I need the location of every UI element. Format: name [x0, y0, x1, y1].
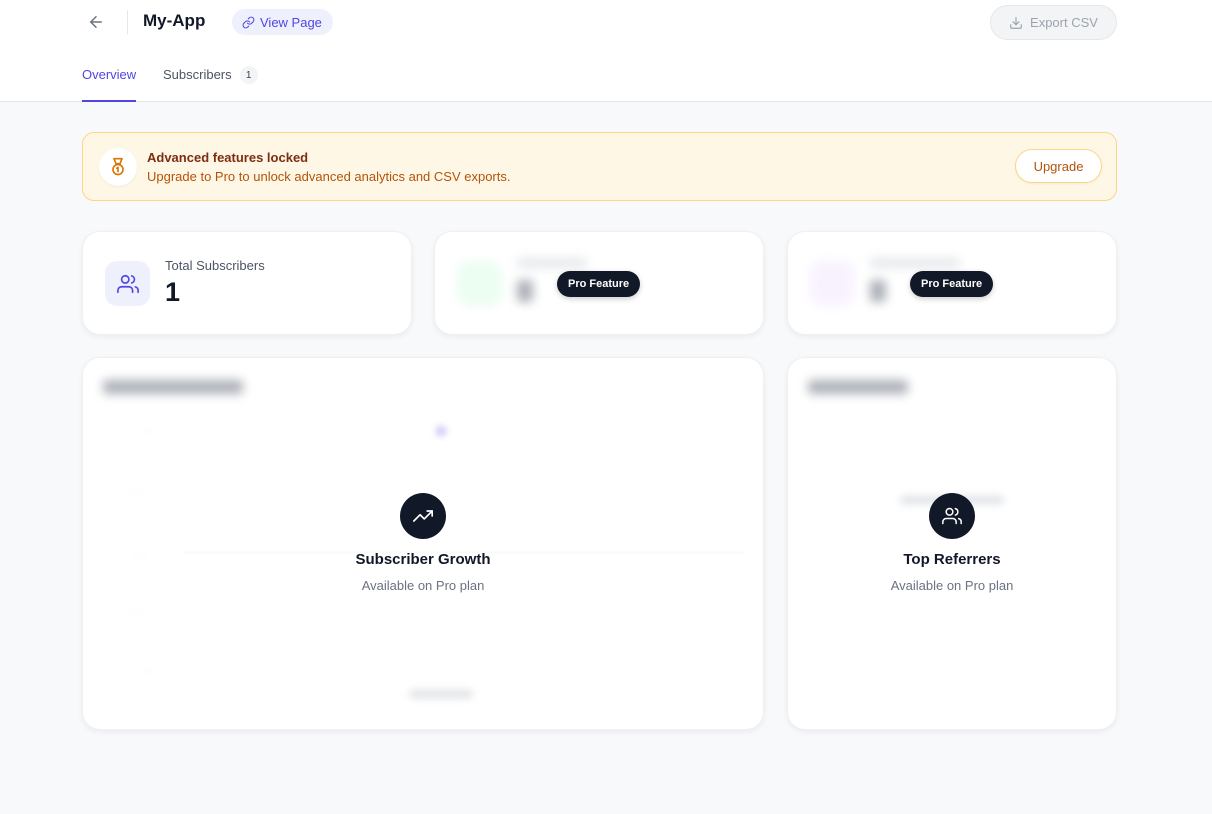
stat-icon-placeholder [457, 261, 502, 306]
stat-icon-placeholder [810, 261, 855, 306]
top-header: My-App View Page Export CSV Overview Sub… [0, 0, 1212, 102]
stat-value-placeholder [870, 280, 886, 302]
growth-locked-title: Subscriber Growth [355, 551, 491, 568]
upgrade-button[interactable]: Upgrade [1015, 149, 1102, 183]
page-title: My-App [143, 11, 206, 30]
upgrade-banner: Advanced features locked Upgrade to Pro … [82, 132, 1117, 201]
view-page-button[interactable]: View Page [232, 9, 333, 35]
stat-value-placeholder [517, 280, 533, 302]
link-icon [242, 16, 255, 28]
export-csv-label: Export CSV [1030, 15, 1098, 30]
users-icon [105, 261, 150, 306]
back-button[interactable] [84, 10, 108, 34]
total-subscribers-value: 1 [165, 277, 181, 307]
growth-locked-subtitle: Available on Pro plan [361, 578, 485, 593]
locked-stat-card: Pro Feature [434, 231, 764, 335]
stat-label-placeholder [517, 258, 587, 268]
subscriber-growth-card: · ·· ·· ·· · Subscriber Growth Available… [82, 357, 764, 730]
pro-feature-badge: Pro Feature [557, 271, 641, 297]
total-subscribers-card: Total Subscribers 1 [82, 231, 412, 335]
total-subscribers-label: Total Subscribers [165, 258, 265, 273]
download-icon [1010, 16, 1022, 29]
subscribers-count-badge: 1 [239, 66, 258, 84]
export-csv-button[interactable]: Export CSV [990, 5, 1117, 40]
referrers-locked-subtitle: Available on Pro plan [890, 578, 1014, 593]
tab-subscribers[interactable]: Subscribers 1 [163, 66, 258, 102]
medal-icon [99, 148, 137, 186]
locked-overlay: Subscriber Growth Available on Pro plan [83, 358, 763, 729]
users-icon [929, 493, 975, 539]
stat-label-placeholder [870, 258, 960, 268]
top-referrers-card: Top Referrers Available on Pro plan [787, 357, 1117, 730]
pro-feature-badge: Pro Feature [910, 271, 994, 297]
header-divider [127, 10, 128, 34]
referrers-locked-title: Top Referrers [903, 551, 1001, 568]
tab-overview[interactable]: Overview [82, 67, 137, 102]
locked-stat-card: Pro Feature [787, 231, 1117, 335]
trending-up-icon [400, 493, 446, 539]
tab-subscribers-label: Subscribers [163, 67, 232, 82]
arrow-left-icon [90, 16, 102, 28]
banner-subtitle: Upgrade to Pro to unlock advanced analyt… [147, 169, 511, 184]
locked-overlay: Top Referrers Available on Pro plan [788, 358, 1116, 729]
banner-title: Advanced features locked [147, 150, 309, 165]
view-page-label: View Page [260, 14, 322, 30]
